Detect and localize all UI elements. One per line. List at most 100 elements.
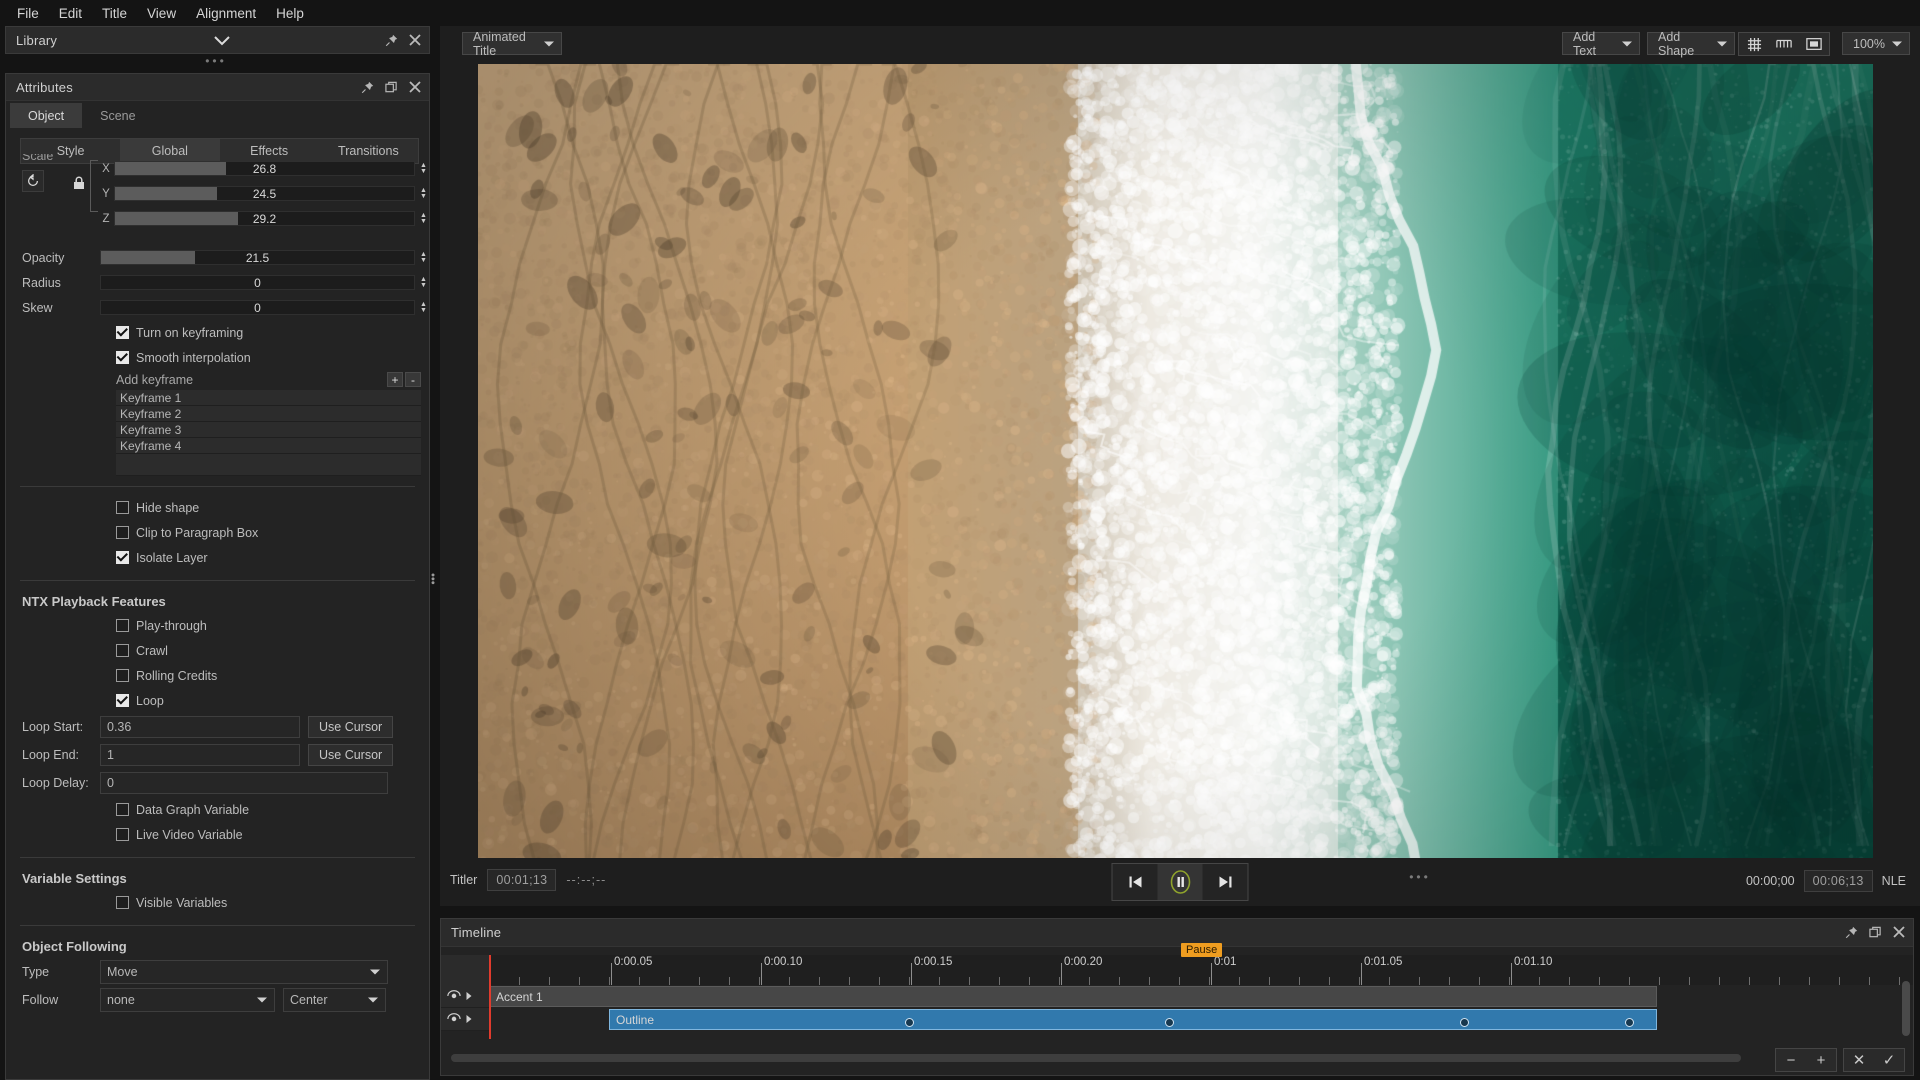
title-mode-dropdown[interactable]: Animated Title: [462, 30, 562, 58]
checkbox-isolate-layer-row[interactable]: Isolate Layer: [6, 545, 429, 570]
menu-item-help[interactable]: Help: [267, 3, 313, 24]
skew-slider[interactable]: 0: [100, 300, 415, 315]
menu-item-edit[interactable]: Edit: [50, 3, 91, 24]
checkbox-rolling-credits-row[interactable]: Rolling Credits: [6, 663, 429, 688]
timeline-ruler[interactable]: 0:00.05 0:00.10 0:00.15 0:00.20 0:01 0:01.05 0…: [441, 943, 1913, 985]
expand-arrow-icon[interactable]: [465, 1012, 473, 1027]
viewer-drag-dots[interactable]: •••: [880, 871, 1920, 883]
timeline-vertical-scrollbar[interactable]: [1902, 981, 1910, 1036]
close-icon[interactable]: [409, 81, 423, 95]
checkbox-visible-variables-checkbox[interactable]: [116, 896, 129, 909]
radius-slider[interactable]: 0: [100, 275, 415, 290]
confirm-icon[interactable]: ✓: [1874, 1049, 1904, 1071]
keyframe-list-item[interactable]: Keyframe 2: [116, 406, 421, 422]
checkbox-data-graph-variable-row[interactable]: Data Graph Variable: [6, 797, 429, 822]
add-text-dropdown[interactable]: Add Text: [1562, 30, 1640, 58]
checkbox-loop-checkbox[interactable]: [116, 694, 129, 707]
scale-z-slider[interactable]: 29.2: [114, 211, 415, 226]
loop-start-use-cursor-button[interactable]: Use Cursor: [308, 716, 394, 738]
tab-scene[interactable]: Scene: [82, 103, 153, 128]
attributes-scroll-area[interactable]: Scale X 26.8 ▲ ▼ Y 24.5 ▲ ▼ Z 29.2 ▲ ▼ Opacity 21.5 ▲ ▼ R…: [6, 154, 429, 1079]
opacity-slider[interactable]: 21.5: [100, 250, 415, 265]
lock-icon[interactable]: [72, 168, 86, 198]
menu-item-title[interactable]: Title: [93, 3, 136, 24]
keyframe-list[interactable]: Keyframe 1 Keyframe 2 Keyframe 3 Keyframe 4: [116, 390, 421, 476]
follow-target-select[interactable]: none: [100, 988, 275, 1012]
safe-area-icon[interactable]: [1799, 33, 1829, 55]
keyframe-list-empty[interactable]: [116, 454, 421, 476]
radius-stepper[interactable]: ▲ ▼: [418, 275, 429, 290]
keyframe-list-item[interactable]: Keyframe 3: [116, 422, 421, 438]
timeline-marker-pause[interactable]: Pause: [1181, 943, 1223, 957]
restore-window-icon[interactable]: [1869, 926, 1883, 940]
keyframe-list-item[interactable]: Keyframe 1: [116, 390, 421, 406]
zoom-level-dropdown[interactable]: 100%: [1842, 32, 1910, 55]
timeline-clip[interactable]: Accent 1: [489, 986, 1657, 1007]
checkbox-visible-variables-row[interactable]: Visible Variables: [6, 890, 429, 915]
tab-object[interactable]: Object: [10, 103, 83, 128]
checkbox-hide-shape-checkbox[interactable]: [116, 501, 129, 514]
scale-x-slider[interactable]: 26.8: [114, 161, 415, 176]
expand-arrow-icon[interactable]: [465, 989, 473, 1004]
library-drag-dots[interactable]: •••: [0, 55, 432, 67]
checkbox-loop-row[interactable]: Loop: [6, 688, 429, 713]
scale-y-slider[interactable]: 24.5: [114, 186, 415, 201]
add-keyframe-button[interactable]: +: [387, 372, 403, 387]
safe-title-icon[interactable]: [1769, 33, 1799, 55]
menu-item-file[interactable]: File: [8, 3, 48, 24]
clip-keyframe-marker[interactable]: [1625, 1018, 1634, 1027]
skip-previous-icon[interactable]: [1113, 864, 1158, 900]
close-icon[interactable]: [409, 34, 423, 48]
scale-z-stepper[interactable]: ▲ ▼: [418, 211, 429, 226]
checkbox-play-through-checkbox[interactable]: [116, 619, 129, 632]
track-lane[interactable]: Outline: [489, 1008, 1913, 1031]
loop-end-input[interactable]: 1: [100, 744, 300, 766]
checkbox-live-video-variable-row[interactable]: Live Video Variable: [6, 822, 429, 847]
reset-icon[interactable]: [22, 170, 44, 192]
restore-window-icon[interactable]: [385, 81, 399, 95]
keyframe-list-item[interactable]: Keyframe 4: [116, 438, 421, 454]
grid-icon[interactable]: [1739, 33, 1769, 55]
skew-stepper[interactable]: ▲ ▼: [418, 300, 429, 315]
checkbox-turn-on-keyframing-row[interactable]: Turn on keyframing: [6, 320, 429, 345]
zoom-in-icon[interactable]: +: [1806, 1049, 1836, 1071]
remove-keyframe-button[interactable]: -: [405, 372, 421, 387]
checkbox-live-video-variable-checkbox[interactable]: [116, 828, 129, 841]
checkbox-hide-shape-row[interactable]: Hide shape: [6, 495, 429, 520]
timeline-horizontal-scrollbar[interactable]: [451, 1054, 1741, 1062]
timeline-clip[interactable]: Outline: [609, 1009, 1657, 1030]
current-timecode[interactable]: 00:01;13: [487, 869, 557, 891]
checkbox-crawl-row[interactable]: Crawl: [6, 638, 429, 663]
loop-end-use-cursor-button[interactable]: Use Cursor: [308, 744, 394, 766]
panel-splitter-handle[interactable]: •••: [427, 561, 439, 597]
pin-icon[interactable]: [361, 81, 375, 95]
checkbox-smooth-interpolation-row[interactable]: Smooth interpolation: [6, 345, 429, 370]
loop-delay-input[interactable]: 0: [100, 772, 388, 794]
opacity-stepper[interactable]: ▲ ▼: [418, 250, 429, 265]
checkbox-rolling-credits-checkbox[interactable]: [116, 669, 129, 682]
menu-item-view[interactable]: View: [138, 3, 185, 24]
scale-y-stepper[interactable]: ▲ ▼: [418, 186, 429, 201]
add-shape-dropdown[interactable]: Add Shape: [1647, 30, 1735, 58]
checkbox-clip-to-paragraph-box-row[interactable]: Clip to Paragraph Box: [6, 520, 429, 545]
menu-item-alignment[interactable]: Alignment: [187, 3, 265, 24]
checkbox-turn-on-keyframing-checkbox[interactable]: [116, 326, 129, 339]
loop-start-input[interactable]: 0.36: [100, 716, 300, 738]
clip-keyframe-marker[interactable]: [1165, 1018, 1174, 1027]
scale-x-stepper[interactable]: ▲ ▼: [418, 161, 429, 176]
checkbox-crawl-checkbox[interactable]: [116, 644, 129, 657]
eye-icon[interactable]: [447, 1012, 461, 1027]
close-icon[interactable]: [1893, 926, 1907, 940]
checkbox-play-through-row[interactable]: Play-through: [6, 613, 429, 638]
video-preview-stage[interactable]: [478, 64, 1873, 874]
checkbox-smooth-interpolation-checkbox[interactable]: [116, 351, 129, 364]
follow-type-select[interactable]: Move: [100, 960, 388, 984]
checkbox-isolate-layer-checkbox[interactable]: [116, 551, 129, 564]
follow-anchor-select[interactable]: Center: [283, 988, 386, 1012]
pause-icon[interactable]: [1157, 864, 1203, 900]
pin-icon[interactable]: [1845, 926, 1859, 940]
clip-keyframe-marker[interactable]: [905, 1018, 914, 1027]
checkbox-data-graph-variable-checkbox[interactable]: [116, 803, 129, 816]
library-panel-header[interactable]: Library: [5, 26, 430, 54]
pin-icon[interactable]: [385, 34, 399, 48]
